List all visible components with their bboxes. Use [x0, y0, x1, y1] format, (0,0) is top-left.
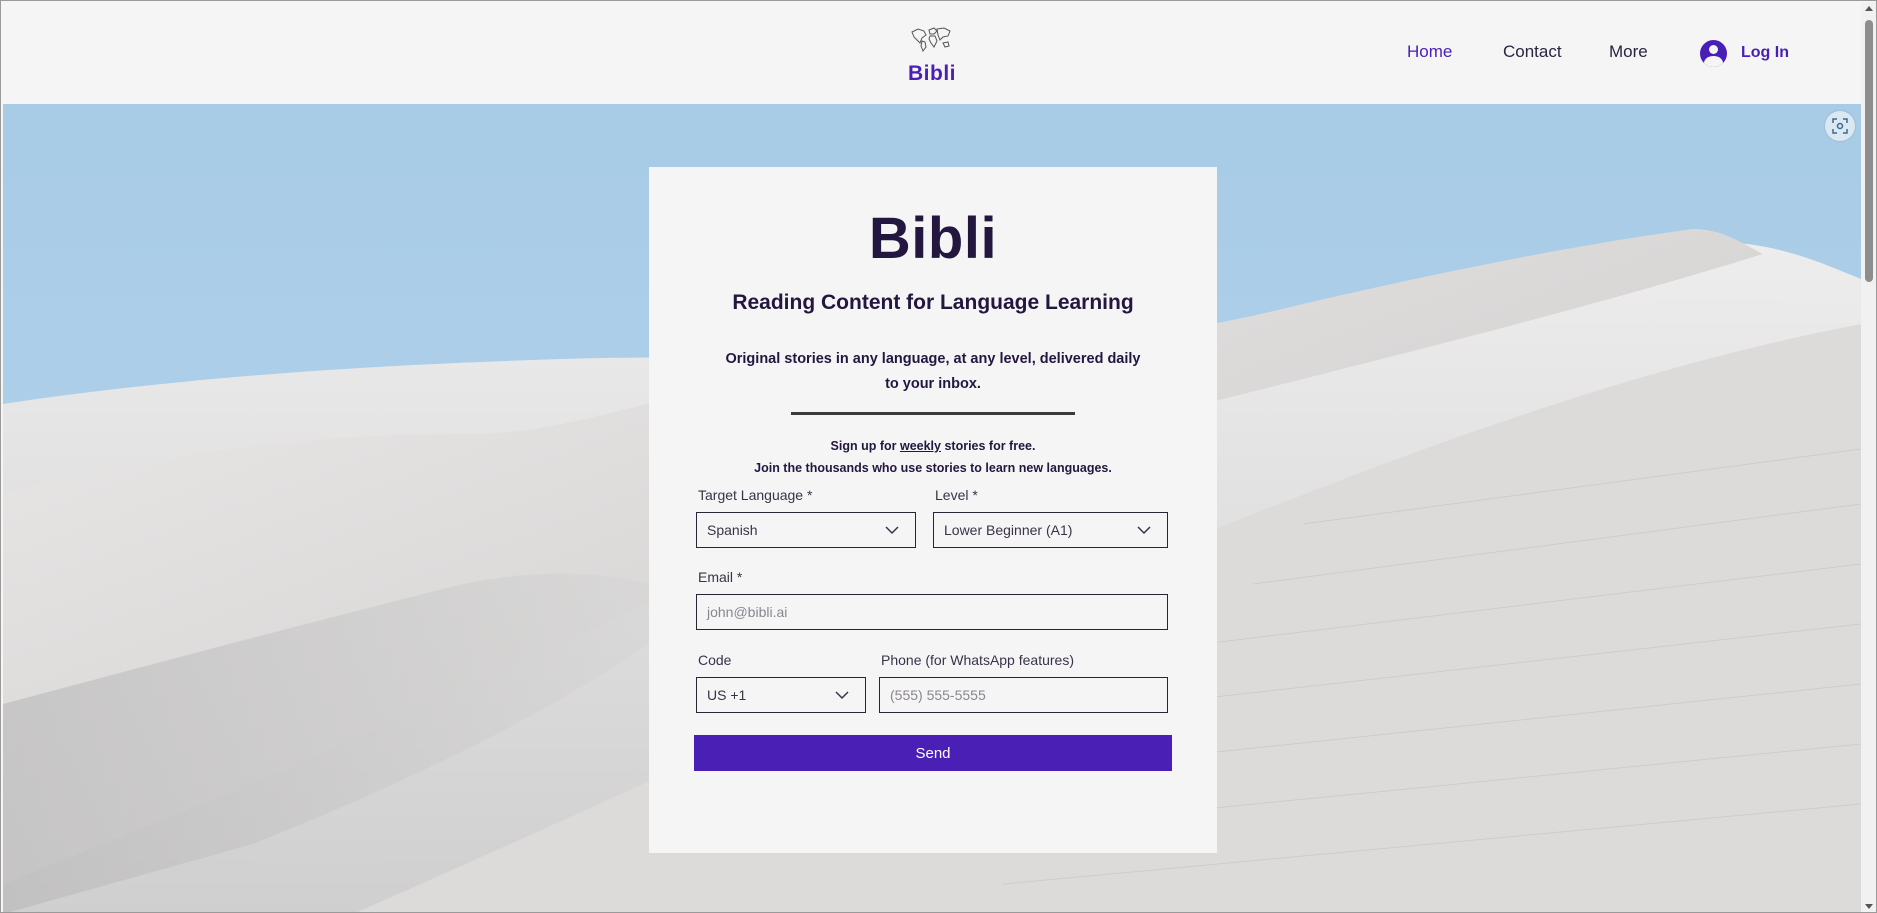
signup-card: Bibli Reading Content for Language Learn…: [649, 167, 1217, 853]
scroll-up-arrow[interactable]: [1865, 6, 1873, 11]
site-header: Bibli Home Contact More Log In: [3, 2, 1861, 104]
email-label: Email *: [698, 569, 743, 585]
login-label: Log In: [1741, 44, 1789, 61]
chevron-down-icon: [885, 526, 899, 535]
phone-placeholder: (555) 555-5555: [890, 687, 986, 703]
signup-prefix: Sign up for: [830, 439, 900, 453]
nav-contact[interactable]: Contact: [1503, 42, 1562, 62]
join-text: Join the thousands who use stories to le…: [754, 461, 1112, 475]
send-button[interactable]: Send: [694, 735, 1172, 771]
code-select[interactable]: US +1: [696, 677, 866, 713]
target-language-value: Spanish: [707, 522, 758, 538]
avatar-icon: [1700, 39, 1727, 67]
code-value: US +1: [707, 687, 747, 703]
email-placeholder: john@bibli.ai: [707, 604, 788, 620]
code-label: Code: [698, 652, 732, 668]
target-language-select[interactable]: Spanish: [696, 512, 916, 548]
chevron-down-icon: [835, 691, 849, 700]
target-language-label: Target Language *: [698, 487, 813, 503]
email-field[interactable]: john@bibli.ai: [696, 594, 1168, 630]
world-map-icon: [911, 27, 951, 52]
level-value: Lower Beginner (A1): [944, 522, 1073, 538]
card-subtitle: Reading Content for Language Learning: [732, 291, 1134, 314]
site-logo-text[interactable]: Bibli: [883, 62, 981, 86]
scrollbar[interactable]: [1861, 2, 1876, 912]
browser-viewport: Bibli Home Contact More Log In Bibli Rea…: [0, 0, 1877, 913]
level-label: Level *: [935, 487, 978, 503]
phone-field[interactable]: (555) 555-5555: [879, 677, 1168, 713]
scan-icon[interactable]: [1825, 111, 1855, 141]
phone-label: Phone (for WhatsApp features): [881, 652, 1074, 668]
signup-text: Sign up for weekly stories for free.: [649, 439, 1217, 453]
signup-suffix: stories for free.: [940, 439, 1036, 453]
signup-emphasis: weekly: [899, 439, 941, 453]
login-button[interactable]: Log In: [1700, 38, 1789, 68]
nav-home[interactable]: Home: [1407, 42, 1452, 62]
card-tagline: Original stories in any language, at any…: [725, 351, 1141, 392]
scroll-down-arrow[interactable]: [1865, 904, 1873, 909]
divider: [791, 412, 1075, 415]
scroll-thumb[interactable]: [1865, 20, 1873, 282]
chevron-down-icon: [1137, 526, 1151, 535]
nav-more[interactable]: More: [1609, 42, 1648, 62]
card-title: Bibli: [868, 206, 998, 271]
level-select[interactable]: Lower Beginner (A1): [933, 512, 1168, 548]
